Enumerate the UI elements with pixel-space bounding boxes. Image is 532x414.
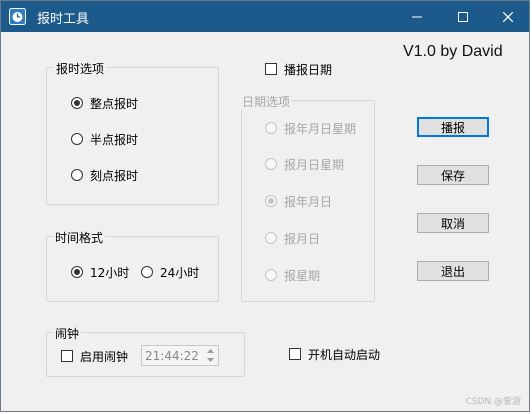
radio-label: 报月日 — [284, 231, 321, 246]
radio-indicator — [265, 269, 277, 281]
radio-month-day[interactable]: 报月日 — [265, 230, 320, 246]
date-options-legend: 日期选项 — [240, 93, 293, 110]
checkbox-indicator — [265, 63, 277, 75]
radio-month-day-week[interactable]: 报月日星期 — [265, 156, 344, 172]
radio-indicator — [71, 97, 83, 109]
cancel-button[interactable]: 取消 — [417, 213, 489, 233]
radio-indicator — [71, 133, 83, 145]
radio-quarter[interactable]: 刻点报时 — [71, 167, 138, 183]
radio-12-hour[interactable]: 12小时 — [71, 264, 129, 280]
radio-hourly[interactable]: 整点报时 — [71, 95, 138, 111]
radio-label: 报星期 — [284, 268, 321, 283]
checkbox-label: 开机自动启动 — [308, 347, 381, 362]
window-title: 报时工具 — [37, 12, 90, 27]
radio-label: 报月日星期 — [284, 157, 345, 172]
enable-alarm-checkbox[interactable]: 启用闹钟 — [61, 348, 128, 364]
minimize-button[interactable] — [394, 1, 440, 32]
maximize-icon — [458, 11, 468, 22]
radio-indicator — [71, 169, 83, 181]
radio-weekday[interactable]: 报星期 — [265, 267, 320, 283]
clock-icon — [9, 8, 26, 25]
alarm-time-picker[interactable]: 21:44:22 — [141, 345, 219, 366]
autostart-checkbox[interactable]: 开机自动启动 — [289, 346, 380, 362]
close-button[interactable] — [485, 1, 531, 32]
checkbox-label: 播报日期 — [284, 62, 333, 77]
alarm-time-value: 21:44:22 — [145, 349, 199, 363]
radio-year-month-day-week[interactable]: 报年月日星期 — [265, 120, 356, 136]
radio-label: 半点报时 — [90, 132, 139, 147]
report-options-legend: 报时选项 — [54, 60, 107, 77]
radio-indicator — [141, 266, 153, 278]
watermark: CSDN @爱游 — [465, 397, 521, 407]
radio-label: 12小时 — [90, 265, 130, 280]
radio-indicator — [265, 232, 277, 244]
radio-indicator — [265, 195, 277, 207]
save-button[interactable]: 保存 — [417, 165, 489, 185]
main-window: 报时工具 V1.0 by David 报时选项 整点报时 半点报时 刻点报时 播… — [0, 0, 530, 412]
radio-label: 报年月日 — [284, 194, 333, 209]
radio-indicator — [71, 266, 83, 278]
spin-down-icon[interactable] — [203, 356, 217, 364]
radio-label: 刻点报时 — [90, 168, 139, 183]
radio-label: 24小时 — [160, 265, 200, 280]
radio-indicator — [265, 122, 277, 134]
radio-label: 整点报时 — [90, 96, 139, 111]
checkbox-label: 启用闹钟 — [80, 349, 129, 364]
maximize-button[interactable] — [440, 1, 486, 32]
version-label: V1.0 by David — [403, 43, 503, 60]
announce-date-checkbox[interactable]: 播报日期 — [265, 61, 332, 77]
title-bar[interactable]: 报时工具 — [1, 1, 529, 32]
radio-label: 报年月日星期 — [284, 121, 357, 136]
exit-button[interactable]: 退出 — [417, 261, 489, 281]
time-format-legend: 时间格式 — [53, 229, 106, 246]
broadcast-button[interactable]: 播报 — [417, 117, 489, 137]
alarm-legend: 闹钟 — [53, 325, 82, 342]
minimize-icon — [412, 16, 422, 17]
radio-24-hour[interactable]: 24小时 — [141, 264, 199, 280]
radio-half-hour[interactable]: 半点报时 — [71, 131, 138, 147]
checkbox-indicator — [61, 350, 73, 362]
radio-indicator — [265, 158, 277, 170]
radio-year-month-day[interactable]: 报年月日 — [265, 193, 332, 209]
checkbox-indicator — [289, 348, 301, 360]
spin-up-icon[interactable] — [203, 347, 217, 355]
close-icon — [503, 11, 513, 22]
